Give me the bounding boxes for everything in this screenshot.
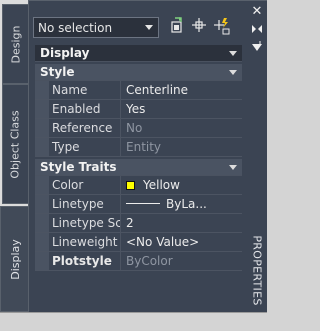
property-row-reference: Reference No bbox=[35, 119, 242, 138]
property-value[interactable]: Yes bbox=[121, 100, 242, 118]
selection-dropdown[interactable]: No selection bbox=[33, 17, 159, 38]
property-row-color[interactable]: Color Yellow bbox=[35, 176, 242, 195]
property-row-lineweight[interactable]: Lineweight <No Value> bbox=[35, 233, 242, 252]
property-value: Entity bbox=[121, 138, 242, 156]
property-value: No bbox=[121, 119, 242, 137]
property-label: Linetype bbox=[49, 195, 121, 213]
property-label: Color bbox=[49, 176, 121, 194]
row-gutter bbox=[35, 119, 49, 137]
property-value: ByColor bbox=[121, 252, 242, 270]
property-row-enabled[interactable]: Enabled Yes bbox=[35, 100, 242, 119]
property-row-linetype[interactable]: Linetype ByLa... bbox=[35, 195, 242, 214]
property-row-name[interactable]: Name Centerline bbox=[35, 81, 242, 100]
property-label: Type bbox=[49, 138, 121, 156]
chevron-down-icon[interactable] bbox=[229, 51, 237, 56]
selection-value: No selection bbox=[38, 20, 113, 35]
linetype-preview-icon bbox=[126, 203, 160, 204]
tab-design-label: Design bbox=[9, 25, 23, 63]
chevron-down-icon[interactable] bbox=[229, 70, 237, 75]
property-label: Reference bbox=[49, 119, 121, 137]
property-grid: Display Style Name Centerline Enabled Ye… bbox=[35, 45, 242, 271]
section-style[interactable]: Style bbox=[35, 64, 242, 81]
section-display[interactable]: Display bbox=[35, 45, 242, 62]
row-gutter bbox=[35, 100, 49, 118]
property-label: Name bbox=[49, 81, 121, 99]
tab-design[interactable]: Design bbox=[2, 4, 28, 84]
row-gutter bbox=[35, 233, 49, 251]
color-swatch-icon bbox=[126, 181, 135, 190]
tab-display[interactable]: Display bbox=[0, 206, 30, 312]
section-display-label: Display bbox=[40, 46, 90, 60]
property-value: Yellow bbox=[143, 178, 180, 192]
property-value-color[interactable]: Yellow bbox=[121, 176, 242, 194]
close-icon[interactable]: ✕ bbox=[250, 5, 264, 19]
tab-display-label: Display bbox=[9, 238, 23, 280]
section-style-traits[interactable]: Style Traits bbox=[35, 159, 242, 176]
vertical-tab-strip: Design Object Class Display bbox=[0, 0, 30, 314]
palette-title[interactable]: PROPERTIES bbox=[247, 233, 267, 307]
property-value[interactable]: <No Value> bbox=[121, 233, 242, 251]
property-label: Linetype Scale bbox=[49, 214, 121, 232]
property-value-linetype[interactable]: ByLa... bbox=[121, 195, 242, 213]
property-row-linetype-scale[interactable]: Linetype Scale 2 bbox=[35, 214, 242, 233]
property-label: Plotstyle bbox=[49, 252, 121, 270]
properties-palette: Design Object Class Display No selection… bbox=[0, 0, 267, 331]
property-value[interactable]: 2 bbox=[121, 214, 242, 232]
properties-panel: No selection Display Style Name Centerli… bbox=[28, 0, 247, 314]
palette-title-label: PROPERTIES bbox=[250, 234, 264, 306]
tab-object-class[interactable]: Object Class bbox=[2, 84, 28, 204]
chevron-down-icon bbox=[145, 25, 153, 30]
tab-object-class-label: Object Class bbox=[9, 109, 23, 179]
section-style-traits-label: Style Traits bbox=[40, 160, 117, 174]
row-gutter bbox=[35, 81, 49, 99]
palette-title-strip: ✕ PROPERTIES bbox=[247, 0, 267, 314]
select-objects-icon[interactable] bbox=[190, 17, 208, 37]
row-gutter bbox=[35, 176, 49, 194]
palette-bottom-edge bbox=[0, 312, 267, 331]
row-gutter bbox=[35, 138, 49, 156]
row-gutter bbox=[35, 252, 49, 270]
property-label: Enabled bbox=[49, 100, 121, 118]
property-value: ByLa... bbox=[166, 197, 207, 211]
chevron-down-icon[interactable] bbox=[229, 165, 237, 170]
palette-menu-icon[interactable] bbox=[250, 41, 264, 55]
toggle-pickadd-icon[interactable] bbox=[168, 17, 186, 37]
property-row-type: Type Entity bbox=[35, 138, 242, 157]
property-value[interactable]: Centerline bbox=[121, 81, 242, 99]
section-style-label: Style bbox=[40, 65, 75, 79]
row-gutter bbox=[35, 214, 49, 232]
auto-hide-icon[interactable] bbox=[250, 23, 264, 37]
property-label: Lineweight bbox=[49, 233, 121, 251]
quick-select-icon[interactable] bbox=[213, 17, 231, 37]
property-row-plotstyle: Plotstyle ByColor bbox=[35, 252, 242, 271]
row-gutter bbox=[35, 195, 49, 213]
